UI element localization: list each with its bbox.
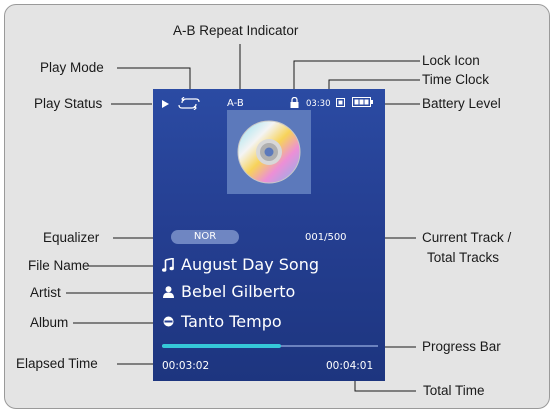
callout-time-clock: Time Clock (422, 72, 490, 87)
callout-battery-level: Battery Level (422, 96, 501, 111)
total-time: 00:04:01 (326, 360, 374, 372)
play-triangle-icon (162, 100, 169, 108)
progress-bar-fill (162, 344, 281, 348)
callout-album: Album (30, 315, 69, 330)
person-icon (163, 286, 174, 298)
callout-file-name: File Name (28, 258, 90, 273)
album-art (227, 110, 311, 194)
alarm-indicator-icon (336, 98, 345, 107)
file-name: August Day Song (181, 255, 319, 274)
track-counter: 001/500 (305, 232, 347, 243)
lock-icon-leader (293, 60, 420, 92)
progress-bar (162, 344, 378, 348)
callout-lock-icon: Lock Icon (422, 53, 480, 68)
elapsed-time: 00:03:02 (162, 360, 210, 372)
ab-repeat-indicator: A-B (227, 98, 244, 109)
callout-equalizer: Equalizer (43, 230, 100, 245)
artist-name: Bebel Gilberto (181, 282, 296, 301)
callout-current-track: Current Track / (422, 230, 512, 245)
callout-play-mode: Play Mode (40, 60, 104, 75)
callout-play-status: Play Status (34, 96, 103, 111)
equalizer-mode: NOR (171, 230, 239, 244)
callout-total-tracks: Total Tracks (427, 250, 500, 265)
callout-artist: Artist (30, 285, 61, 300)
lock-icon (290, 97, 299, 108)
time-clock: 03:30 (306, 99, 331, 109)
callout-total-time: Total Time (423, 383, 485, 398)
repeat-mode-icon (178, 97, 200, 110)
callout-progress-bar: Progress Bar (422, 339, 501, 354)
music-note-icon (162, 258, 174, 272)
album-disc-icon (163, 316, 174, 327)
player-screen: A-B 03:30 NOR 001/500 August Day Song Be… (153, 89, 385, 381)
callout-elapsed-time: Elapsed Time (16, 356, 98, 371)
compact-disc-icon (237, 120, 301, 184)
battery-icon (352, 97, 373, 107)
callout-ab-repeat-indicator: A-B Repeat Indicator (173, 23, 299, 38)
album-name: Tanto Tempo (181, 312, 282, 331)
